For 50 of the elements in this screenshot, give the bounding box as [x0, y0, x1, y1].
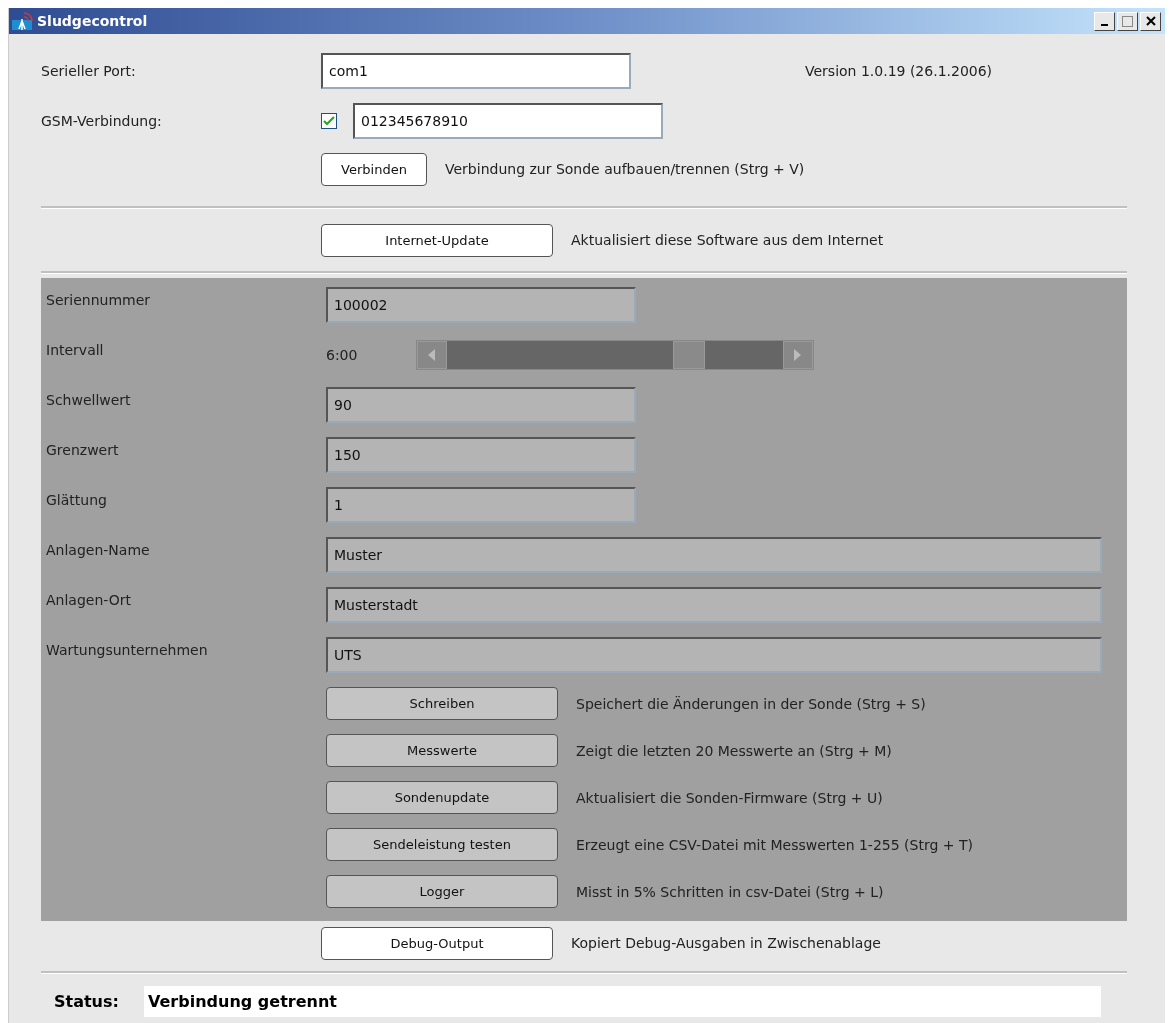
input-field[interactable]: 1 [326, 487, 636, 523]
input-field[interactable]: 150 [326, 437, 636, 473]
input-field[interactable]: UTS [326, 637, 1102, 673]
field-label: Intervall [46, 342, 105, 358]
field-label: GSM-Verbindung: [41, 113, 163, 129]
update-button[interactable]: Internet-Update [321, 223, 553, 257]
field-label: Schwellwert [46, 392, 132, 408]
field-label: Serieller Port: [41, 63, 137, 79]
button-description: Aktualisiert die Sonden-Firmware (Strg + U) [576, 789, 883, 806]
field-label: Grenzwert [46, 442, 120, 458]
field-label: Anlagen-Ort [46, 592, 132, 608]
close-icon [1145, 16, 1156, 26]
action-button[interactable]: Sendeleistung testen [326, 828, 558, 861]
window-title: Sludgecontrol [37, 13, 149, 29]
checkbox[interactable] [321, 113, 337, 129]
slider-thumb[interactable] [672, 341, 705, 369]
button-description: Erzeugt eine CSV-Datei mit Messwerten 1-255 (Strg + T) [576, 836, 973, 853]
field-label: Anlagen-Name [46, 542, 151, 558]
field-label: Glättung [46, 492, 108, 508]
connect-button[interactable]: Verbinden [321, 152, 427, 186]
input-field[interactable]: Musterstadt [326, 587, 1102, 623]
button-description: Verbindung zur Sonde aufbauen/trennen (Strg + V) [445, 161, 805, 177]
action-button[interactable]: Sondenupdate [326, 781, 558, 814]
input-field[interactable]: 100002 [326, 287, 636, 323]
maximize-button[interactable] [1117, 11, 1138, 31]
button-description: Aktualisiert diese Software aus dem Internet [571, 232, 884, 248]
input-field[interactable]: com1 [321, 53, 631, 89]
action-button[interactable]: Schreiben [326, 687, 558, 720]
input-field[interactable]: 90 [326, 387, 636, 423]
status-label: Status: [54, 992, 120, 1011]
button-description: Kopiert Debug-Ausgaben in Zwischenablage [571, 935, 881, 951]
slider-reading: 6:00 [326, 347, 359, 363]
action-button[interactable]: Messwerte [326, 734, 558, 767]
debug-button[interactable]: Debug-Output [321, 926, 553, 960]
input-field[interactable]: 012345678910 [353, 103, 663, 139]
button-description: Misst in 5% Schritten in csv-Datei (Strg + L) [576, 883, 884, 900]
maximize-icon [1122, 15, 1133, 27]
version-text: Version 1.0.19 (26.1.2006) [805, 63, 993, 79]
input-field[interactable]: Muster [326, 537, 1102, 573]
app-icon [11, 11, 33, 31]
close-button[interactable] [1140, 11, 1161, 31]
field-label: Seriennummer [46, 292, 152, 308]
action-button[interactable]: Logger [326, 875, 558, 908]
button-description: Speichert die Änderungen in der Sonde (Strg + S) [576, 695, 926, 712]
slider-track[interactable] [416, 340, 814, 370]
minimize-button[interactable] [1094, 11, 1115, 31]
minimize-icon [1101, 24, 1108, 26]
status-text: Verbindung getrennt [144, 986, 1101, 1017]
button-description: Zeigt die letzten 20 Messwerte an (Strg + M) [576, 742, 892, 759]
field-label: Wartungsunternehmen [46, 642, 209, 658]
